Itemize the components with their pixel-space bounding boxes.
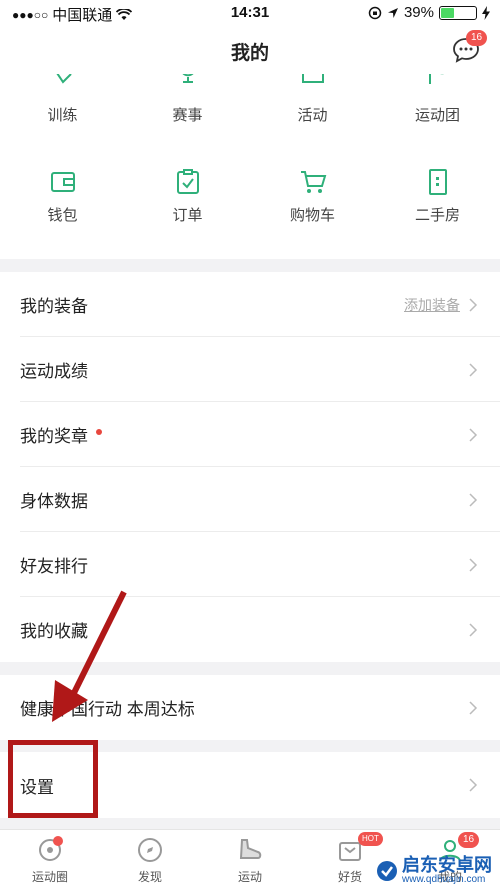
annotation-highlight-box xyxy=(8,740,98,818)
chevron-right-icon xyxy=(469,778,478,792)
row-label: 我的收藏 xyxy=(20,622,88,641)
row-my-equipment[interactable]: 我的装备 添加装备 xyxy=(0,272,500,337)
shoe-icon xyxy=(239,839,262,859)
tab-sports-circle[interactable]: 运动圈 xyxy=(0,836,100,885)
grid-item-cart[interactable]: 购物车 xyxy=(250,168,375,225)
grid-label: 二手房 xyxy=(414,207,460,224)
watermark-url: www.qdhuajin.com xyxy=(402,874,486,885)
chevron-right-icon xyxy=(469,700,478,715)
order-icon xyxy=(176,169,199,194)
battery-icon xyxy=(439,5,477,20)
grid-label: 活动 xyxy=(297,107,328,124)
row-label: 我的装备 xyxy=(20,297,88,316)
watermark: 启东安卓网 www.qdhuajin.com xyxy=(376,856,492,885)
row-sports-results[interactable]: 运动成绩 xyxy=(0,337,500,402)
tab-sports[interactable]: 运动 xyxy=(200,836,300,885)
cart-icon xyxy=(300,171,326,193)
flag-icon xyxy=(428,74,444,84)
profile-list: 我的装备 添加装备 运动成绩 我的奖章 身体数据 好友排行 我的收藏 xyxy=(0,272,500,662)
feature-grid: 训练 赛事 活动 运动团 钱包 订单 购物车 二手房 xyxy=(0,74,500,259)
battery-fill xyxy=(441,7,454,18)
tab-label: 发现 xyxy=(137,870,162,884)
row-label: 身体数据 xyxy=(20,492,88,511)
add-equipment-link[interactable]: 添加装备 xyxy=(404,295,460,315)
grid-item-second-hand[interactable]: 二手房 xyxy=(375,168,500,225)
grid-item-training[interactable]: 训练 xyxy=(0,74,125,125)
row-my-medals[interactable]: 我的奖章 xyxy=(0,402,500,467)
health-section: 健康中国行动 本周达标 xyxy=(0,675,500,740)
row-body-data[interactable]: 身体数据 xyxy=(0,467,500,532)
chevron-right-icon xyxy=(469,557,478,572)
hot-badge: HOT xyxy=(358,832,383,846)
row-label: 好友排行 xyxy=(20,557,88,576)
charging-icon xyxy=(482,5,490,20)
chevron-right-icon xyxy=(469,427,478,442)
grid-label: 购物车 xyxy=(289,207,335,224)
tab-label: 好货 xyxy=(337,870,362,884)
training-icon xyxy=(55,74,72,84)
nav-bar: 我的 16 xyxy=(0,26,500,74)
grid-item-wallet[interactable]: 钱包 xyxy=(0,168,125,225)
messages-button[interactable]: 16 xyxy=(452,30,488,64)
row-label: 健康中国行动 本周达标 xyxy=(20,700,195,719)
grid-label: 训练 xyxy=(47,107,78,124)
trophy-icon xyxy=(182,74,193,83)
row-label: 运动成绩 xyxy=(20,362,88,381)
chevron-right-icon xyxy=(469,297,478,312)
battery-percent: 39% xyxy=(403,4,434,21)
page-title: 我的 xyxy=(230,43,269,64)
tab-label: 运动 xyxy=(237,870,262,884)
row-friends-ranking[interactable]: 好友排行 xyxy=(0,532,500,597)
profile-badge: 16 xyxy=(458,832,480,848)
chevron-right-icon xyxy=(469,362,478,377)
compass-icon xyxy=(138,838,162,862)
activity-icon xyxy=(301,74,324,83)
new-indicator-dot xyxy=(96,428,102,435)
door-icon xyxy=(428,169,447,195)
watermark-title: 启东安卓网 xyxy=(402,855,492,875)
status-right: 39% xyxy=(368,4,490,21)
watermark-text-group: 启东安卓网 www.qdhuajin.com xyxy=(402,856,492,885)
location-icon xyxy=(387,7,398,18)
grid-item-orders[interactable]: 订单 xyxy=(125,168,250,225)
grid-item-activity[interactable]: 活动 xyxy=(250,74,375,125)
tab-discover[interactable]: 发现 xyxy=(100,836,200,885)
chevron-right-icon xyxy=(469,622,478,637)
message-count-badge: 16 xyxy=(466,30,488,46)
watermark-logo-icon xyxy=(377,860,397,881)
status-bar: ●●●○○ 中国联通 14:31 39% xyxy=(0,0,500,26)
grid-label: 运动团 xyxy=(414,107,460,124)
grid-label: 赛事 xyxy=(172,107,203,124)
row-healthy-china[interactable]: 健康中国行动 本周达标 xyxy=(0,675,500,740)
chevron-right-icon xyxy=(469,492,478,507)
grid-label: 钱包 xyxy=(47,207,78,224)
row-label: 我的奖章 xyxy=(20,427,88,446)
rotation-lock-icon xyxy=(368,6,382,19)
grid-item-competition[interactable]: 赛事 xyxy=(125,74,250,125)
wallet-icon xyxy=(50,172,75,192)
circle-feed-icon xyxy=(39,836,63,861)
grid-item-sports-team[interactable]: 运动团 xyxy=(375,74,500,125)
tab-label: 运动圈 xyxy=(31,870,68,884)
grid-label: 订单 xyxy=(172,207,203,224)
row-favorites[interactable]: 我的收藏 xyxy=(0,597,500,662)
